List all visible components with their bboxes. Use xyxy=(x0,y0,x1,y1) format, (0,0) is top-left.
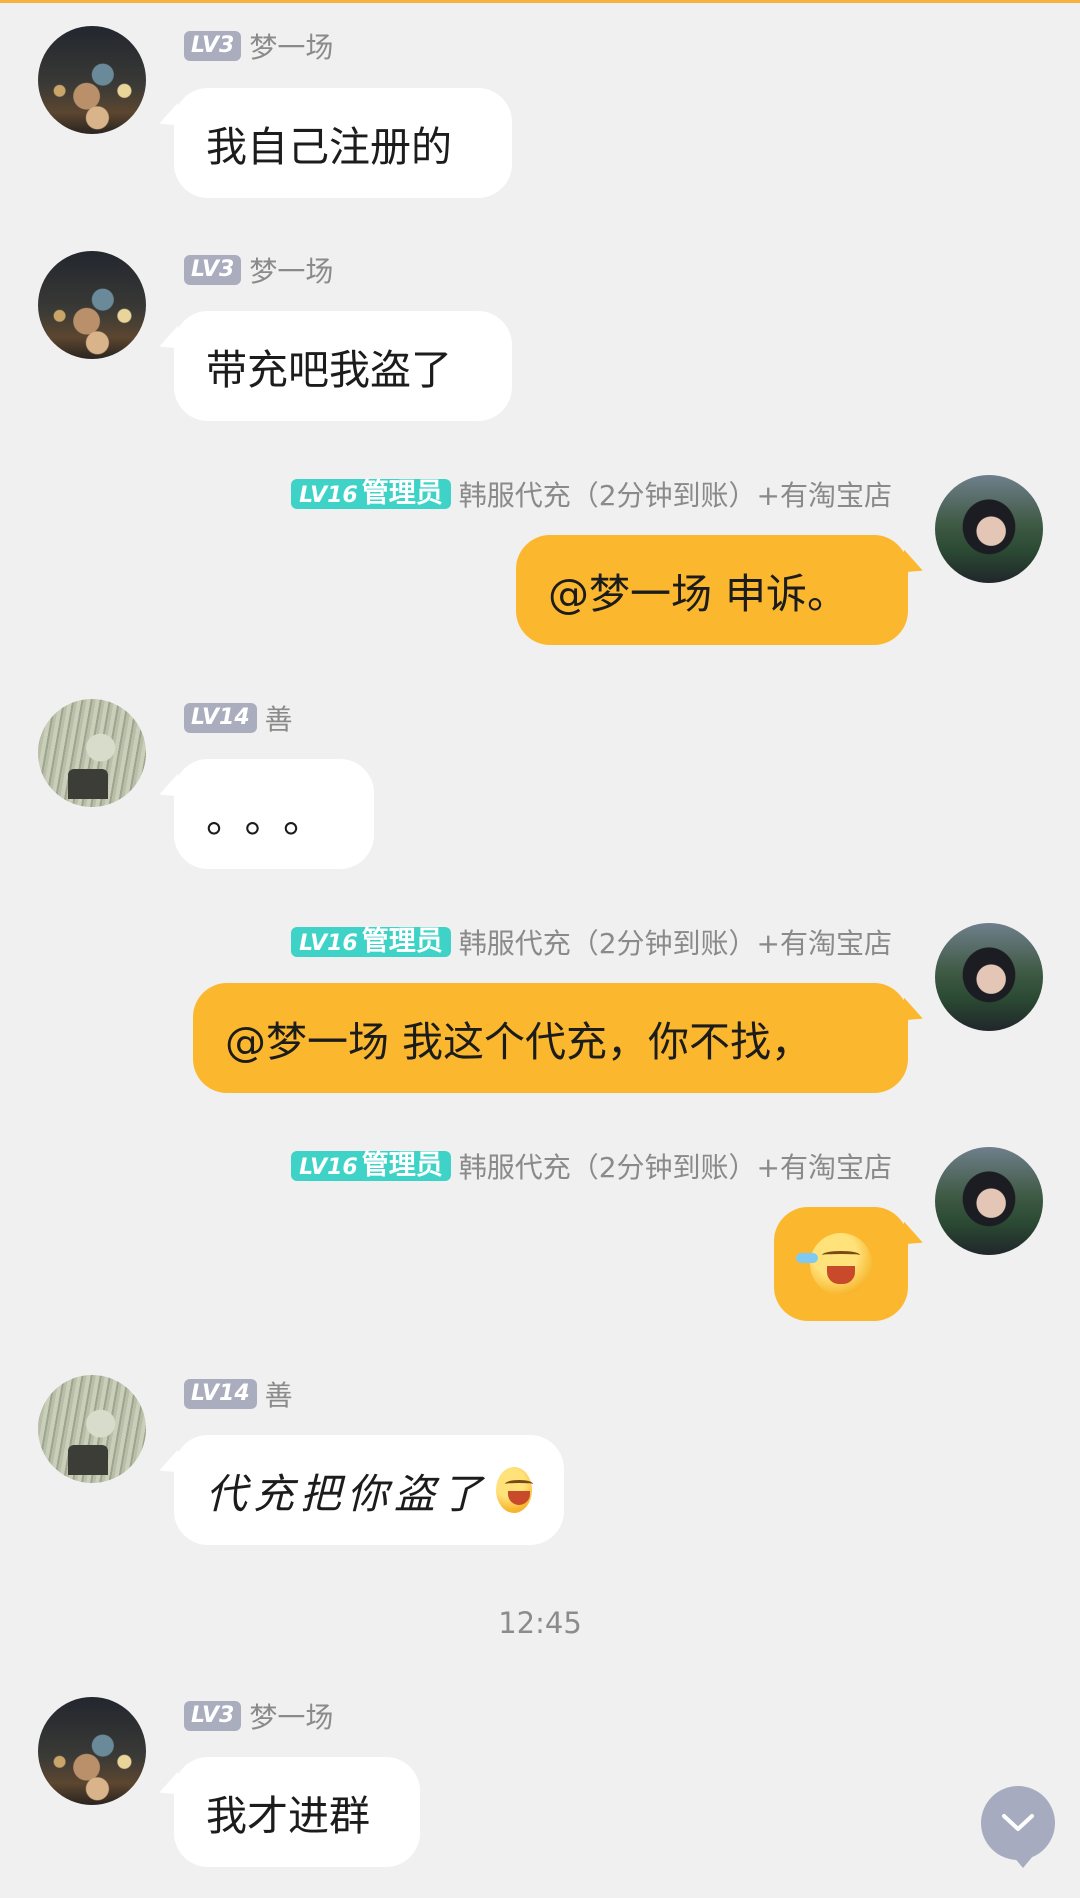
laughing-emoji-icon xyxy=(496,1467,533,1513)
message-bubble[interactable]: 。。。 xyxy=(174,759,374,869)
level-badge: LV16 管理员 xyxy=(291,927,451,957)
avatar-shan[interactable] xyxy=(38,699,146,807)
crying-laughing-emoji-icon xyxy=(796,1233,872,1295)
avatar-mengyichang[interactable] xyxy=(38,26,146,134)
message-bubble[interactable]: @梦一场 申诉。 xyxy=(516,535,908,645)
avatar-admin[interactable] xyxy=(935,923,1043,1031)
sender-meta: LV14 善 xyxy=(184,1374,293,1414)
admin-role-label: 管理员 xyxy=(361,1150,443,1181)
level-text: LV16 xyxy=(299,931,358,956)
sender-meta: LV16 管理员 韩服代充（2分钟到账）+有淘宝店 xyxy=(291,1146,892,1186)
sender-name[interactable]: 韩服代充（2分钟到账）+有淘宝店 xyxy=(459,474,892,514)
sender-name[interactable]: 善 xyxy=(265,1374,293,1414)
sender-name[interactable]: 韩服代充（2分钟到账）+有淘宝店 xyxy=(459,922,892,962)
message-timestamp: 12:45 xyxy=(498,1606,582,1640)
avatar-shan[interactable] xyxy=(38,1375,146,1483)
chat-message-list[interactable]: LV3 梦一场 我自己注册的 LV3 梦一场 带充吧我盗了 LV16 管理员 韩服… xyxy=(0,0,1080,1898)
sender-meta: LV3 梦一场 xyxy=(184,26,333,66)
scroll-to-bottom-button[interactable] xyxy=(981,1786,1055,1868)
level-badge: LV16 管理员 xyxy=(291,1151,451,1181)
level-badge: LV3 xyxy=(184,31,242,61)
message-text: 带充吧我盗了 xyxy=(206,346,452,394)
sender-meta: LV16 管理员 韩服代充（2分钟到账）+有淘宝店 xyxy=(291,922,892,962)
sender-name[interactable]: 韩服代充（2分钟到账）+有淘宝店 xyxy=(459,1146,892,1186)
chevron-down-icon xyxy=(1002,1814,1034,1831)
message-text: 我才进群 xyxy=(206,1792,370,1840)
sender-name[interactable]: 善 xyxy=(265,698,293,738)
avatar-mengyichang[interactable] xyxy=(38,251,146,359)
admin-role-label: 管理员 xyxy=(361,478,443,509)
sender-name[interactable]: 梦一场 xyxy=(249,250,333,290)
sender-meta: LV14 善 xyxy=(184,698,293,738)
avatar-mengyichang[interactable] xyxy=(38,1697,146,1805)
avatar-admin[interactable] xyxy=(935,475,1043,583)
message-text: 我自己注册的 xyxy=(206,123,452,171)
level-text: LV16 xyxy=(299,483,358,508)
message-bubble[interactable]: 我自己注册的 xyxy=(174,88,512,198)
sender-meta: LV16 管理员 韩服代充（2分钟到账）+有淘宝店 xyxy=(291,474,892,514)
level-badge: LV14 xyxy=(184,1379,257,1409)
message-bubble[interactable]: 带充吧我盗了 xyxy=(174,311,512,421)
avatar-admin[interactable] xyxy=(935,1147,1043,1255)
message-bubble[interactable] xyxy=(774,1207,908,1321)
message-text: 。。。 xyxy=(206,794,342,842)
level-badge: LV3 xyxy=(184,1701,242,1731)
message-text: 代充把你盗了 xyxy=(206,1470,488,1518)
message-text: @梦一场 我这个代充，你不找， xyxy=(225,1018,813,1066)
message-bubble[interactable]: 代充把你盗了 xyxy=(174,1435,564,1545)
sender-name[interactable]: 梦一场 xyxy=(249,26,333,66)
level-badge: LV14 xyxy=(184,703,257,733)
sender-meta: LV3 梦一场 xyxy=(184,1696,333,1736)
level-text: LV16 xyxy=(299,1155,358,1180)
level-badge: LV16 管理员 xyxy=(291,479,451,509)
admin-role-label: 管理员 xyxy=(361,926,443,957)
message-bubble[interactable]: @梦一场 我这个代充，你不找， xyxy=(193,983,908,1093)
level-badge: LV3 xyxy=(184,255,242,285)
message-text: @梦一场 申诉。 xyxy=(548,570,849,618)
sender-meta: LV3 梦一场 xyxy=(184,250,333,290)
message-bubble[interactable]: 我才进群 xyxy=(174,1757,420,1867)
sender-name[interactable]: 梦一场 xyxy=(249,1696,333,1736)
